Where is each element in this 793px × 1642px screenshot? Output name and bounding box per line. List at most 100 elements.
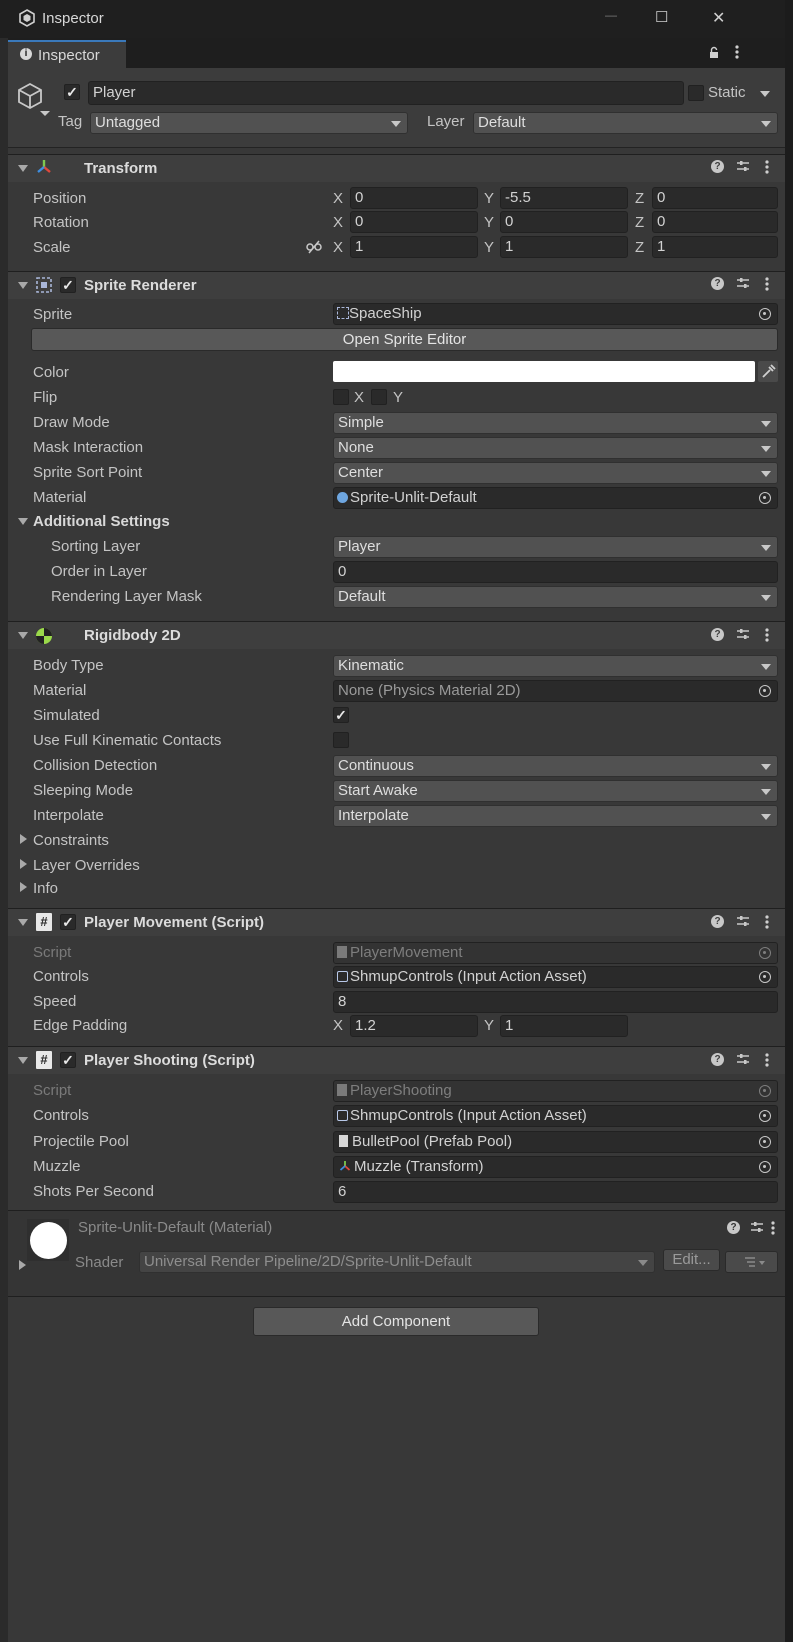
info-foldout[interactable] xyxy=(20,882,27,892)
shooting-controls-field[interactable]: ShmupControls (Input Action Asset) xyxy=(333,1105,778,1127)
layer-dropdown[interactable]: Default xyxy=(473,112,778,134)
component-menu-icon[interactable] xyxy=(764,159,770,175)
player-shooting-foldout[interactable] xyxy=(18,1057,28,1064)
muzzle-field[interactable]: Muzzle (Transform) xyxy=(333,1156,778,1178)
flip-x-checkbox[interactable] xyxy=(333,389,349,405)
shots-per-second-field[interactable]: 6 xyxy=(333,1181,778,1203)
object-picker-icon[interactable] xyxy=(759,1161,771,1173)
object-picker-icon[interactable] xyxy=(759,492,771,504)
component-menu-icon[interactable] xyxy=(764,276,770,292)
position-z-field[interactable]: 0 xyxy=(652,187,778,209)
scale-y-field[interactable]: 1 xyxy=(500,236,628,258)
scale-z-axis: Z xyxy=(635,239,645,256)
rotation-y-field[interactable]: 0 xyxy=(500,211,628,233)
layer-overrides-label[interactable]: Layer Overrides xyxy=(33,857,140,874)
full-kinematic-contacts-checkbox[interactable] xyxy=(333,732,349,748)
preset-icon[interactable] xyxy=(736,1052,750,1066)
movement-controls-field[interactable]: ShmupControls (Input Action Asset) xyxy=(333,966,778,988)
rotation-z-field[interactable]: 0 xyxy=(652,211,778,233)
player-shooting-enabled-checkbox[interactable]: ✓ xyxy=(60,1052,76,1068)
component-menu-icon[interactable] xyxy=(764,1052,770,1068)
help-icon[interactable]: ? xyxy=(711,915,724,928)
tab-inspector[interactable]: i Inspector xyxy=(8,40,126,68)
edge-padding-y-field[interactable]: 1 xyxy=(500,1015,628,1037)
position-x-field[interactable]: 0 xyxy=(350,187,478,209)
sorting-layer-dropdown[interactable]: Player xyxy=(333,536,778,558)
constraints-foldout[interactable] xyxy=(20,834,27,844)
simulated-checkbox[interactable]: ✓ xyxy=(333,707,349,723)
speed-field[interactable]: 8 xyxy=(333,991,778,1013)
component-menu-icon[interactable] xyxy=(770,1220,776,1236)
help-icon[interactable]: ? xyxy=(727,1221,740,1234)
check-icon: ✓ xyxy=(62,277,74,293)
sprite-renderer-foldout[interactable] xyxy=(18,282,28,289)
collision-detection-dropdown[interactable]: Continuous xyxy=(333,755,778,777)
preset-icon[interactable] xyxy=(736,276,750,290)
flip-y-checkbox[interactable] xyxy=(371,389,387,405)
gameobject-icon[interactable] xyxy=(16,80,52,116)
static-checkbox[interactable] xyxy=(688,85,704,101)
additional-settings-label[interactable]: Additional Settings xyxy=(33,513,170,530)
material-field[interactable]: Sprite-Unlit-Default xyxy=(333,487,778,509)
shader-options-button[interactable] xyxy=(725,1251,778,1273)
help-icon[interactable]: ? xyxy=(711,1053,724,1066)
help-icon[interactable]: ? xyxy=(711,160,724,173)
order-in-layer-field[interactable]: 0 xyxy=(333,561,778,583)
open-sprite-editor-button[interactable]: Open Sprite Editor xyxy=(31,328,778,351)
scale-z-field[interactable]: 1 xyxy=(652,236,778,258)
layer-overrides-foldout[interactable] xyxy=(20,859,27,869)
minimize-button[interactable]: — xyxy=(605,8,621,26)
projectile-pool-field[interactable]: BulletPool (Prefab Pool) xyxy=(333,1131,778,1153)
static-dropdown-caret[interactable] xyxy=(758,86,772,100)
preset-icon[interactable] xyxy=(736,914,750,928)
sprite-field[interactable]: SpaceShip xyxy=(333,303,778,325)
draw-mode-dropdown[interactable]: Simple xyxy=(333,412,778,434)
preset-icon[interactable] xyxy=(736,159,750,173)
sprite-sort-point-dropdown[interactable]: Center xyxy=(333,462,778,484)
rendering-layer-mask-dropdown[interactable]: Default xyxy=(333,586,778,608)
component-menu-icon[interactable] xyxy=(764,627,770,643)
help-icon[interactable]: ? xyxy=(711,628,724,641)
edge-padding-x-field[interactable]: 1.2 xyxy=(350,1015,478,1037)
maximize-button[interactable]: ☐ xyxy=(655,8,673,26)
tag-dropdown[interactable]: Untagged xyxy=(90,112,408,134)
add-component-button[interactable]: Add Component xyxy=(253,1307,539,1336)
sprite-renderer-enabled-checkbox[interactable]: ✓ xyxy=(60,277,76,293)
name-field[interactable]: Player xyxy=(88,81,684,105)
info-label[interactable]: Info xyxy=(33,880,58,897)
eyedropper-icon[interactable] xyxy=(758,361,778,382)
object-picker-icon[interactable] xyxy=(759,1136,771,1148)
rotation-x-field[interactable]: 0 xyxy=(350,211,478,233)
tab-menu-icon[interactable] xyxy=(734,44,740,60)
color-label: Color xyxy=(33,364,69,381)
transform-foldout[interactable] xyxy=(18,165,28,172)
close-button[interactable]: ✕ xyxy=(712,8,730,27)
player-movement-foldout[interactable] xyxy=(18,919,28,926)
rigidbody-foldout[interactable] xyxy=(18,632,28,639)
additional-settings-foldout[interactable] xyxy=(18,518,28,525)
color-swatch[interactable] xyxy=(333,361,755,382)
lock-icon[interactable] xyxy=(708,46,720,58)
preset-icon[interactable] xyxy=(750,1220,764,1234)
sleeping-mode-dropdown[interactable]: Start Awake xyxy=(333,780,778,802)
edit-shader-button[interactable]: Edit... xyxy=(663,1249,720,1271)
active-checkbox[interactable]: ✓ xyxy=(64,84,80,100)
object-picker-icon[interactable] xyxy=(759,971,771,983)
preset-icon[interactable] xyxy=(736,627,750,641)
position-y-field[interactable]: -5.5 xyxy=(500,187,628,209)
help-icon[interactable]: ? xyxy=(711,277,724,290)
material-preview-foldout[interactable] xyxy=(19,1260,26,1270)
mask-interaction-dropdown[interactable]: None xyxy=(333,437,778,459)
shader-dropdown[interactable]: Universal Render Pipeline/2D/Sprite-Unli… xyxy=(139,1251,655,1273)
object-picker-icon[interactable] xyxy=(759,685,771,697)
player-movement-enabled-checkbox[interactable]: ✓ xyxy=(60,914,76,930)
interpolate-dropdown[interactable]: Interpolate xyxy=(333,805,778,827)
object-picker-icon[interactable] xyxy=(759,1110,771,1122)
unlink-icon[interactable] xyxy=(306,240,322,254)
object-picker-icon[interactable] xyxy=(759,308,771,320)
body-type-dropdown[interactable]: Kinematic xyxy=(333,655,778,677)
physics-material-field[interactable]: None (Physics Material 2D) xyxy=(333,680,778,702)
constraints-label[interactable]: Constraints xyxy=(33,832,109,849)
scale-x-field[interactable]: 1 xyxy=(350,236,478,258)
component-menu-icon[interactable] xyxy=(764,914,770,930)
